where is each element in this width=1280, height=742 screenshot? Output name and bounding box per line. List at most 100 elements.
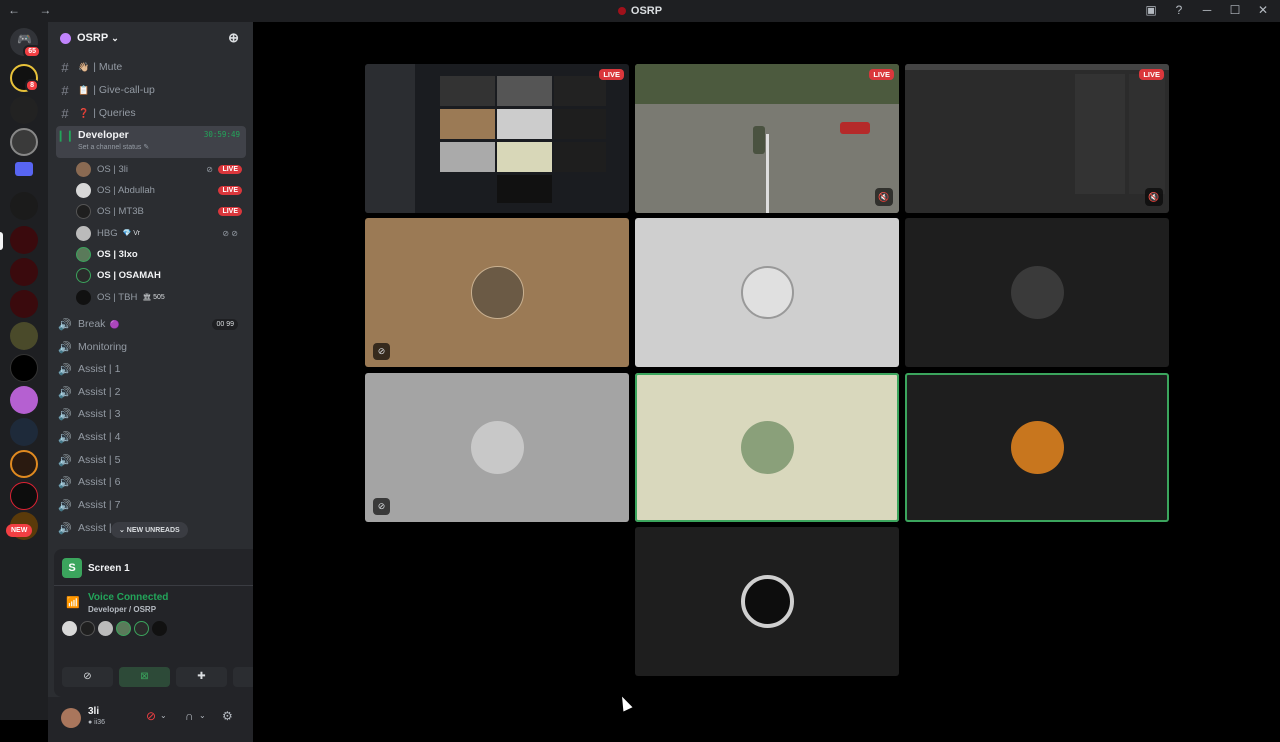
voice-channel-assist[interactable]: 🔊 Assist | 6 — [56, 472, 246, 492]
server-icon-10[interactable] — [10, 418, 38, 446]
hash-icon: # — [61, 105, 69, 121]
dm-home-button[interactable]: 🎮 65 — [10, 28, 41, 58]
participant-tile[interactable]: ⊘ — [365, 218, 629, 367]
avatar[interactable] — [61, 708, 81, 728]
channel-label: Assist | 7 — [78, 499, 121, 511]
voice-channel-break[interactable]: 🔊 Break 🟣 00 99 — [56, 314, 246, 334]
participant-tile[interactable]: ⊘ — [365, 373, 629, 522]
signal-icon[interactable]: 📶 — [66, 596, 80, 609]
server-header[interactable]: OSRP ⌄ ⊕ — [48, 22, 253, 54]
chevron-down-icon[interactable]: ⌄ — [160, 711, 167, 720]
server-logo-icon — [60, 32, 71, 44]
screen-share-tile-3[interactable]: LIVE 🔇 — [905, 64, 1169, 213]
server-icon-2[interactable] — [10, 96, 38, 124]
avatar[interactable] — [152, 621, 167, 636]
voice-active-icon: ❙❙ — [56, 130, 75, 142]
avatar[interactable] — [116, 621, 131, 636]
server-icon-5[interactable] — [10, 258, 38, 286]
channel-developer[interactable]: ❙❙ Developer 30:59:49 Set a channel stat… — [56, 126, 246, 158]
maximize-button[interactable]: ☐ — [1228, 3, 1242, 17]
channel-label: Assist | 6 — [78, 476, 121, 488]
red-car — [840, 122, 870, 134]
speaker-icon: 🔊 — [58, 408, 72, 421]
minimize-button[interactable]: ─ — [1200, 3, 1214, 17]
user-count: 00 99 — [212, 318, 238, 330]
voice-user[interactable]: OS | OSAMAH — [76, 265, 244, 285]
avatar — [76, 267, 91, 283]
voice-connected-label[interactable]: Voice Connected — [88, 592, 168, 603]
channel-emoji: 🟣 — [109, 319, 120, 329]
channel-status[interactable]: Set a channel status ✎ — [78, 143, 149, 151]
server-icon-4[interactable] — [10, 192, 38, 220]
avatar — [76, 289, 91, 305]
settings-gear-icon[interactable]: ⚙ — [222, 709, 233, 723]
headphones-icon[interactable]: ∩ — [185, 709, 194, 723]
participant-tile-speaking[interactable] — [635, 373, 899, 522]
voice-user[interactable]: OS | Abdullah LIVE — [76, 180, 244, 200]
screen-share-tile-2[interactable]: LIVE 🔇 — [635, 64, 899, 213]
participant-tile[interactable] — [635, 527, 899, 676]
activities-button[interactable]: ✚ — [176, 667, 227, 687]
inbox-icon[interactable]: ▣ — [1144, 3, 1158, 17]
dm-badge: 65 — [23, 45, 41, 58]
voice-channel-assist[interactable]: 🔊 Assist | 2 — [56, 382, 246, 402]
chevron-down-icon[interactable]: ⌄ — [199, 711, 206, 720]
mic-muted-icon[interactable]: ⊘ — [146, 709, 156, 723]
server-icon-6[interactable] — [10, 290, 38, 318]
stream-preview-tile — [497, 142, 552, 172]
voice-channel-assist[interactable]: 🔊 Assist | 4 — [56, 427, 246, 447]
screen-share-icon: ⊠ — [140, 671, 149, 682]
new-pill[interactable]: NEW — [6, 524, 33, 537]
voice-user[interactable]: OS | 3lxo — [76, 244, 244, 264]
volume-muted-icon[interactable]: 🔇 — [1145, 188, 1163, 206]
server-icon-3[interactable] — [10, 128, 38, 156]
server-icon-8[interactable] — [10, 354, 38, 382]
server-icon-12[interactable] — [10, 482, 38, 510]
server-icon-1[interactable]: 8 — [10, 64, 39, 92]
avatar[interactable] — [62, 621, 77, 636]
server-icon-osrp[interactable] — [10, 226, 38, 254]
channel-queries[interactable]: # ❓ | Queries — [56, 103, 246, 123]
screen-share-tile-1[interactable]: LIVE — [365, 64, 629, 213]
close-button[interactable]: ✕ — [1256, 3, 1270, 17]
channel-label: Assist | 1 — [78, 363, 121, 375]
voice-user-name: OS | OSAMAH — [97, 269, 161, 281]
volume-muted-icon[interactable]: 🔇 — [875, 188, 893, 206]
stream-preview-tile — [497, 175, 552, 203]
user-name[interactable]: 3li — [88, 706, 99, 717]
voice-user[interactable]: HBG 💎 Vr ⊘ ⊘ — [76, 223, 244, 243]
participant-tile[interactable] — [635, 218, 899, 367]
avatar — [76, 182, 91, 198]
avatar[interactable] — [98, 621, 113, 636]
screen-share-button[interactable]: ⊠ — [119, 667, 170, 687]
server-icon-9[interactable] — [10, 386, 38, 414]
camera-button[interactable]: ⊘ — [62, 667, 113, 687]
new-unreads-pill[interactable]: ⌄ NEW UNREADS — [111, 522, 188, 538]
voice-channel-monitoring[interactable]: 🔊 Monitoring — [56, 337, 246, 357]
channel-give-call-up[interactable]: # 📋 | Give-call-up — [56, 80, 246, 100]
participant-tile-speaking[interactable] — [905, 373, 1169, 522]
voice-user[interactable]: OS | MT3B LIVE — [76, 201, 244, 221]
channel-mute[interactable]: # 👋🏼 | Mute — [56, 57, 246, 77]
participant-tile[interactable] — [905, 218, 1169, 367]
invite-people-icon[interactable]: ⊕ — [228, 30, 239, 46]
avatar — [76, 161, 91, 177]
voice-channel-assist[interactable]: 🔊 Assist | 5 — [56, 450, 246, 470]
voice-channel-assist[interactable]: 🔊 Assist | 1 — [56, 359, 246, 379]
help-icon[interactable]: ? — [1172, 3, 1186, 17]
voice-channel-assist[interactable]: 🔊 Assist | 3 — [56, 404, 246, 424]
server-icon-7[interactable] — [10, 322, 38, 350]
folder-icon[interactable] — [15, 162, 33, 176]
server-rail: 🎮 65 8 NEW — [0, 22, 48, 720]
voice-channel-assist[interactable]: 🔊 Assist | 7 — [56, 495, 246, 515]
channel-label: Break — [78, 318, 106, 330]
speaker-icon: 🔊 — [58, 386, 72, 399]
avatar[interactable] — [80, 621, 95, 636]
server-icon-11[interactable] — [10, 450, 38, 478]
avatar[interactable] — [134, 621, 149, 636]
voice-user[interactable]: OS | 3li ⊘ LIVE — [76, 159, 244, 179]
speaker-icon: 🔊 — [58, 454, 72, 467]
voice-connection-channel[interactable]: Developer / OSRP — [88, 605, 156, 614]
user-tag: 💎 Vr — [122, 230, 140, 237]
voice-user[interactable]: OS | TBH 🏛 505 — [76, 287, 244, 307]
